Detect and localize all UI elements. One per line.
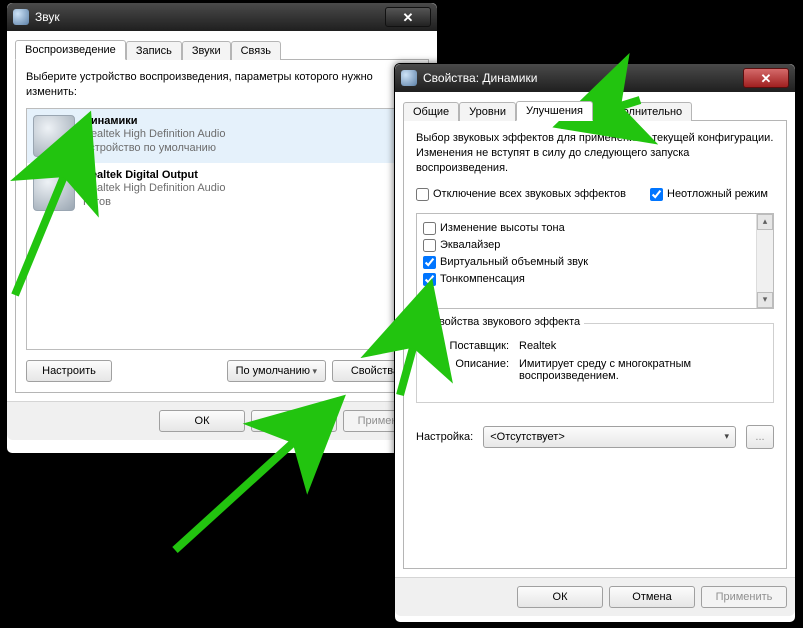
device-driver: Realtek High Definition Audio (83, 181, 225, 195)
disable-all-checkbox[interactable] (416, 188, 429, 201)
props-tab-body: Выбор звуковых эффектов для применения к… (403, 121, 787, 569)
device-text: Динамики Realtek High Definition Audio У… (83, 115, 225, 157)
sound-tabs: Воспроизведение Запись Звуки Связь (15, 37, 429, 60)
sound-client-area: Воспроизведение Запись Звуки Связь Выбер… (7, 31, 437, 401)
description-value: Имитирует среду с многократным воспроизв… (519, 358, 761, 382)
tab-advanced[interactable]: Дополнительно (593, 102, 692, 121)
effect-properties-groupbox: Свойства звукового эффекта Поставщик: Re… (416, 323, 774, 403)
urgent-mode-label: Неотложный режим (667, 188, 768, 200)
props-intro: Выбор звуковых эффектов для применения к… (416, 131, 774, 176)
props-ok-button[interactable]: ОК (517, 586, 603, 608)
provider-label: Поставщик: (429, 340, 519, 352)
device-item-digital[interactable]: Realtek Digital Output Realtek High Defi… (27, 163, 417, 217)
effect-label: Эквалайзер (440, 239, 500, 251)
effect-label: Тонкомпенсация (440, 273, 525, 285)
tab-sounds[interactable]: Звуки (182, 41, 231, 60)
device-name: Realtek Digital Output (83, 169, 225, 181)
top-checkboxes: Отключение всех звуковых эффектов Неотло… (416, 184, 774, 205)
sound-icon (13, 9, 29, 25)
props-close-button[interactable]: ✕ (743, 68, 789, 88)
sound-window: Звук ✕ Воспроизведение Запись Звуки Связ… (6, 2, 438, 454)
speaker-icon (401, 70, 417, 86)
tab-playback[interactable]: Воспроизведение (15, 40, 126, 60)
effect-checkbox-pitch[interactable] (423, 222, 436, 235)
device-status: Устройство по умолчанию (83, 141, 225, 155)
effects-list[interactable]: Изменение высоты тона Эквалайзер Виртуал… (416, 213, 774, 309)
effect-checkbox-equalizer[interactable] (423, 239, 436, 252)
tab-general[interactable]: Общие (403, 102, 459, 121)
props-tabs: Общие Уровни Улучшения Дополнительно (403, 98, 787, 121)
setting-label: Настройка: (416, 431, 473, 443)
chevron-down-icon: ▾ (724, 431, 729, 442)
effect-checkbox-virtual-surround[interactable] (423, 256, 436, 269)
setting-browse-button[interactable]: ... (746, 425, 774, 449)
props-dialog-buttons: ОК Отмена Применить (395, 577, 795, 616)
effect-checkbox-loudness[interactable] (423, 273, 436, 286)
sound-cancel-button[interactable]: Отмена (251, 410, 337, 432)
tab-levels[interactable]: Уровни (459, 102, 516, 121)
scroll-up-icon[interactable]: ▴ (757, 214, 773, 230)
disable-all-label: Отключение всех звуковых эффектов (433, 188, 626, 200)
provider-value: Realtek (519, 340, 761, 352)
sound-titlebar[interactable]: Звук ✕ (7, 3, 437, 31)
urgent-mode-checkbox[interactable] (650, 188, 663, 201)
setting-value: <Отсутствует> (490, 431, 565, 443)
setting-row: Настройка: <Отсутствует> ▾ ... (416, 425, 774, 449)
sound-tab-body: Выберите устройство воспроизведения, пар… (15, 60, 429, 393)
device-status: Готов (83, 195, 225, 209)
effect-label: Изменение высоты тона (440, 222, 565, 234)
description-label: Описание: (429, 358, 519, 382)
tab-enhancements[interactable]: Улучшения (516, 101, 593, 121)
tab-recording[interactable]: Запись (126, 41, 182, 60)
device-item-speakers[interactable]: Динамики Realtek High Definition Audio У… (27, 109, 417, 163)
props-client-area: Общие Уровни Улучшения Дополнительно Выб… (395, 92, 795, 577)
effect-label: Виртуальный объемный звук (440, 256, 588, 268)
sound-title: Звук (35, 10, 385, 24)
sound-close-button[interactable]: ✕ (385, 7, 431, 27)
device-text: Realtek Digital Output Realtek High Defi… (83, 169, 225, 211)
tab-communications[interactable]: Связь (231, 41, 281, 60)
speaker-icon (33, 115, 75, 157)
sound-dialog-buttons: ОК Отмена Применить (7, 401, 437, 440)
props-apply-button[interactable]: Применить (701, 586, 787, 608)
scroll-down-icon[interactable]: ▾ (757, 292, 773, 308)
sound-instruction: Выберите устройство воспроизведения, пар… (26, 70, 418, 100)
device-name: Динамики (83, 115, 225, 127)
props-title: Свойства: Динамики (423, 71, 743, 85)
sound-action-row: Настроить По умолчанию Свойства (26, 360, 418, 382)
device-driver: Realtek High Definition Audio (83, 127, 225, 141)
groupbox-legend: Свойства звукового эффекта (427, 316, 584, 328)
setting-combobox[interactable]: <Отсутствует> ▾ (483, 426, 736, 448)
configure-button[interactable]: Настроить (26, 360, 112, 382)
props-titlebar[interactable]: Свойства: Динамики ✕ (395, 64, 795, 92)
properties-window: Свойства: Динамики ✕ Общие Уровни Улучше… (394, 63, 796, 623)
device-list[interactable]: Динамики Realtek High Definition Audio У… (26, 108, 418, 350)
effects-scrollbar[interactable]: ▴ ▾ (756, 214, 773, 308)
sound-ok-button[interactable]: ОК (159, 410, 245, 432)
set-default-button[interactable]: По умолчанию (227, 360, 326, 382)
digital-output-icon (33, 169, 75, 211)
props-cancel-button[interactable]: Отмена (609, 586, 695, 608)
